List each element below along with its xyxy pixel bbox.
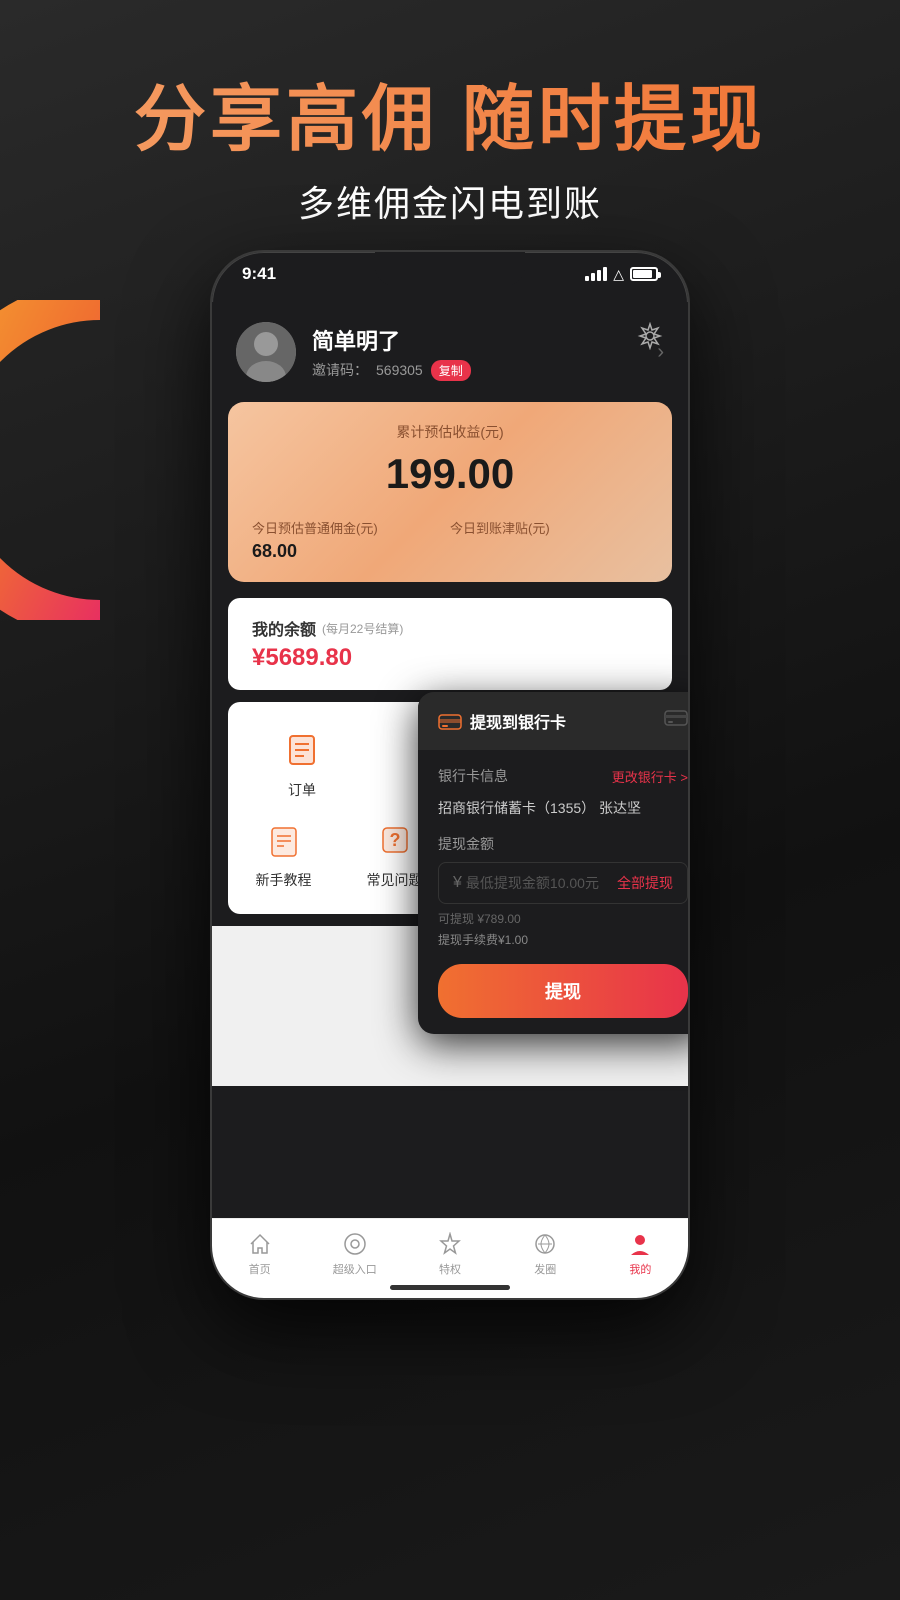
- signal-icon: [585, 267, 607, 281]
- balance-info: 我的余额 (每月22号结算) ¥5689.80: [252, 616, 403, 672]
- today-subsidy-label: 今日到账津贴(元): [450, 518, 648, 537]
- nav-super[interactable]: 超级入口: [307, 1231, 402, 1277]
- withdrawable-hint: 可提现 ¥789.00: [438, 910, 688, 927]
- earnings-row: 今日预估普通佣金(元) 68.00 今日到账津贴(元): [252, 518, 648, 562]
- profile-invite: 邀请码： 569305 复制: [312, 360, 641, 381]
- nav-my-label: 我的: [629, 1261, 651, 1277]
- home-indicator: [390, 1285, 510, 1290]
- nav-privilege[interactable]: 特权: [402, 1231, 497, 1277]
- earnings-label: 累计预估收益(元): [252, 422, 648, 442]
- super-icon: [342, 1231, 368, 1257]
- nav-home[interactable]: 首页: [212, 1231, 307, 1277]
- share-icon: [532, 1231, 558, 1257]
- bank-info-row: 银行卡信息 更改银行卡 >: [438, 766, 688, 786]
- order-icon: [278, 726, 326, 774]
- privilege-icon: [437, 1231, 463, 1257]
- amount-label: 提现金额: [438, 834, 688, 854]
- balance-label: 我的余额: [252, 616, 316, 640]
- currency-symbol: ¥: [453, 874, 462, 892]
- status-icons: △: [585, 266, 658, 283]
- phone-mockup: 9:41 △: [210, 250, 690, 1300]
- status-time: 9:41: [242, 264, 276, 284]
- bank-info-label: 银行卡信息: [438, 766, 508, 786]
- menu-item-order[interactable]: 订单: [262, 726, 342, 800]
- hero-subtitle: 多维佣金闪电到账: [0, 175, 900, 227]
- fee-info: 提现手续费¥1.00: [438, 931, 688, 948]
- popup-tab-bank[interactable]: 提现到银行卡: [438, 709, 652, 733]
- amount-section: 提现金额 ¥ 最低提现金额10.00元 全部提现 可提现 ¥789.00 提现手…: [438, 834, 688, 948]
- settings-button[interactable]: [632, 318, 668, 354]
- battery-icon: [630, 267, 658, 281]
- profile-name: 简单明了: [312, 324, 641, 356]
- invite-code: 569305: [376, 362, 423, 378]
- svg-text:?: ?: [389, 830, 400, 850]
- balance-sub-label: (每月22号结算): [322, 620, 403, 637]
- today-commission-label: 今日预估普通佣金(元): [252, 518, 450, 537]
- nav-share[interactable]: 发圈: [498, 1231, 593, 1277]
- nav-my[interactable]: 我的: [593, 1231, 688, 1277]
- nav-super-label: 超级入口: [333, 1261, 377, 1277]
- today-commission: 今日预估普通佣金(元) 68.00: [252, 518, 450, 562]
- faq-icon: ?: [371, 816, 419, 864]
- menu-item-tutorial[interactable]: 新手教程: [244, 816, 324, 890]
- hero-title: 分享高佣 随时提现: [0, 60, 900, 165]
- invite-label: 邀请码：: [312, 360, 368, 380]
- withdraw-button[interactable]: 提现: [438, 964, 688, 1018]
- home-icon: [247, 1231, 273, 1257]
- popup-header-label: 提现到银行卡: [470, 709, 566, 733]
- profile-info: 简单明了 邀请码： 569305 复制: [312, 324, 641, 381]
- nav-share-label: 发圈: [534, 1261, 556, 1277]
- my-icon: [627, 1231, 653, 1257]
- faq-label: 常见问题: [367, 870, 423, 890]
- avatar: [236, 322, 296, 382]
- amount-input[interactable]: ¥ 最低提现金额10.00元 全部提现: [438, 862, 688, 904]
- earnings-amount: 199.00: [252, 450, 648, 498]
- nav-home-label: 首页: [249, 1261, 271, 1277]
- hero-section: 分享高佣 随时提现 多维佣金闪电到账: [0, 60, 900, 227]
- notch: [375, 252, 525, 286]
- tutorial-label: 新手教程: [256, 870, 312, 890]
- bank-info-value: 招商银行储蓄卡（1355） 张达坚: [438, 798, 688, 818]
- today-subsidy: 今日到账津贴(元): [450, 518, 648, 562]
- copy-button[interactable]: 复制: [431, 360, 471, 381]
- popup-header: 提现到银行卡: [418, 692, 688, 750]
- phone-frame: 9:41 △: [210, 250, 690, 1300]
- order-label: 订单: [288, 780, 316, 800]
- all-withdraw-button[interactable]: 全部提现: [617, 873, 673, 893]
- today-commission-value: 68.00: [252, 541, 450, 562]
- balance-amount: ¥5689.80: [252, 644, 403, 672]
- nav-privilege-label: 特权: [439, 1261, 461, 1277]
- profile-section: 简单明了 邀请码： 569305 复制 ›: [212, 302, 688, 402]
- change-bank-link[interactable]: 更改银行卡 >: [612, 767, 688, 786]
- popup-body: 银行卡信息 更改银行卡 > 招商银行储蓄卡（1355） 张达坚 提现金额 ¥ 最…: [418, 750, 688, 1034]
- popup-card-icon: [664, 708, 688, 734]
- withdrawal-popup: 提现到银行卡 银行卡信息 更改银行卡 > 招: [418, 692, 688, 1034]
- amount-placeholder: 最低提现金额10.00元: [466, 873, 613, 893]
- wifi-icon: △: [613, 266, 624, 283]
- tutorial-icon: [260, 816, 308, 864]
- arc-decoration: [0, 300, 100, 620]
- balance-section: 我的余额 (每月22号结算) ¥5689.80: [228, 598, 672, 690]
- earnings-card: 累计预估收益(元) 199.00 今日预估普通佣金(元) 68.00 今日到账津…: [228, 402, 672, 582]
- phone-content: 简单明了 邀请码： 569305 复制 › 累计预估收益(元) 199.00 今…: [212, 302, 688, 1298]
